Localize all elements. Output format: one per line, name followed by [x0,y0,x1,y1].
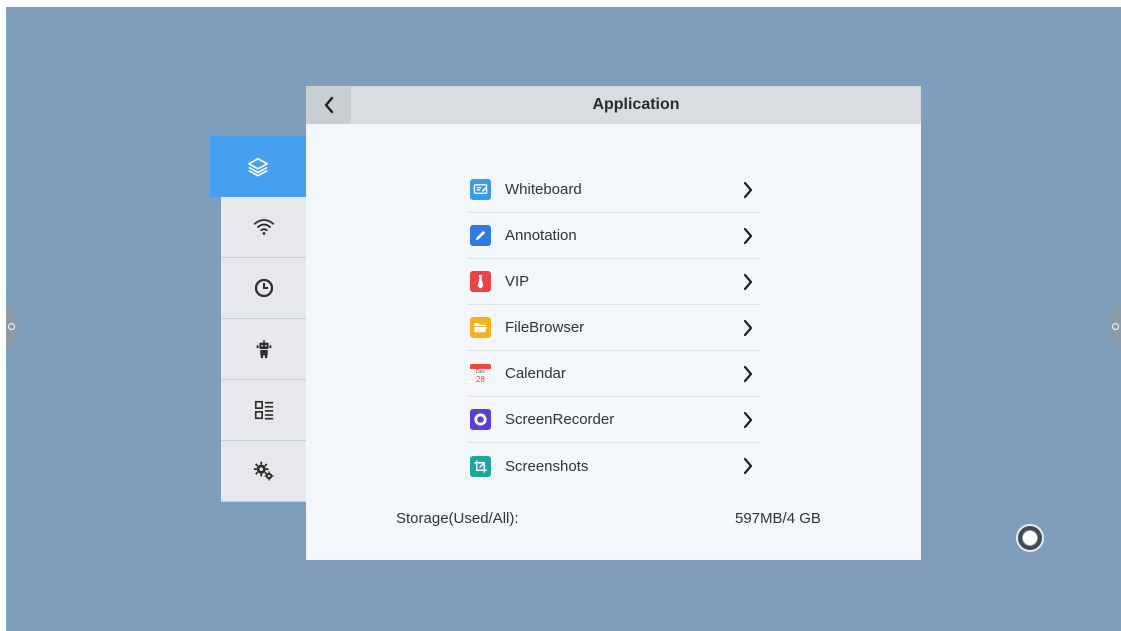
list-item-annotation[interactable]: Annotation [468,213,760,259]
app-label: Screenshots [505,457,589,475]
application-panel: Application Whiteboard Annotation VIP Fi… [306,86,921,560]
tie-icon [470,271,491,292]
floating-button-icon [1022,530,1038,546]
chevron-right-icon [743,365,753,382]
sidebar-item-network[interactable] [221,197,306,258]
gears-icon [253,461,274,481]
list-item-calendar[interactable]: Dec 28 Calendar [468,351,760,397]
folder-icon [470,317,491,338]
app-label: VIP [505,273,530,290]
chevron-right-icon [743,273,753,290]
panel-header: Application [306,86,921,124]
whiteboard-icon [470,179,491,200]
chevron-right-icon [743,411,753,428]
list-icon [254,400,273,420]
sidebar-item-system[interactable] [221,441,306,502]
sidebar-item-application[interactable] [210,136,306,197]
list-item-screenshots[interactable]: Screenshots [468,443,760,489]
list-item-filebrowser[interactable]: FileBrowser [468,305,760,351]
wifi-icon [253,219,274,235]
back-button[interactable] [306,86,351,124]
app-label: Whiteboard [505,181,582,198]
app-label: Annotation [505,227,577,244]
right-edge-handle[interactable] [1109,305,1121,349]
pen-icon [470,225,491,246]
sidebar-item-assistant[interactable] [221,319,306,380]
handle-dot-icon [8,323,15,330]
chevron-left-icon [324,96,333,114]
calendar-icon: Dec 28 [470,363,491,384]
clock-icon [254,278,273,298]
app-label: ScreenRecorder [505,411,615,428]
crop-icon [470,455,491,477]
record-icon [470,409,491,430]
page-title: Application [592,96,680,113]
chevron-right-icon [743,319,753,336]
list-item-vip[interactable]: VIP [468,259,760,305]
left-edge-handle[interactable] [6,305,18,349]
sidebar-item-datetime[interactable] [221,258,306,319]
storage-label: Storage(Used/All): [396,510,519,527]
floating-menu-button[interactable] [1016,524,1044,552]
chevron-right-icon [743,457,753,475]
chevron-right-icon [743,181,753,198]
robot-icon [256,339,271,359]
calendar-day: 28 [476,374,485,384]
app-list: Whiteboard Annotation VIP FileBrowser De… [468,167,760,489]
chevron-right-icon [743,227,753,244]
handle-dot-icon [1112,323,1119,330]
app-label: Calendar [505,365,566,382]
list-item-whiteboard[interactable]: Whiteboard [468,167,760,213]
app-label: FileBrowser [505,319,585,336]
layers-icon [248,157,268,177]
sidebar-item-input[interactable] [221,380,306,441]
list-item-screenrecorder[interactable]: ScreenRecorder [468,397,760,443]
storage-value: 597MB/4 GB [735,510,821,527]
